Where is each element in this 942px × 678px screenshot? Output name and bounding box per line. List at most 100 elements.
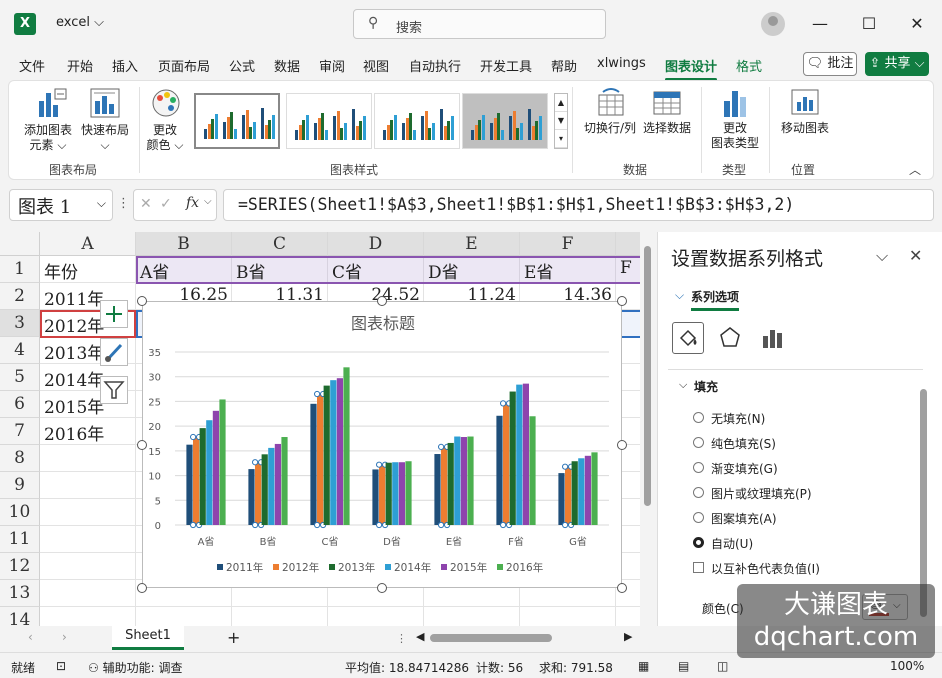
legend-swatch[interactable]	[273, 564, 279, 570]
chart-resize-handle[interactable]	[617, 296, 627, 306]
bar-E省-2015年[interactable]	[460, 437, 467, 525]
bar-A省-2012年[interactable]	[193, 437, 200, 525]
bar-F省-2014年[interactable]	[516, 384, 523, 525]
selection-marker[interactable]	[500, 400, 507, 407]
tab-help[interactable]: 帮助	[551, 56, 577, 75]
cell-d1[interactable]: C省	[332, 258, 362, 283]
effects-tab[interactable]	[715, 322, 747, 354]
normal-view-icon[interactable]: ▦	[638, 659, 649, 673]
cell-a6[interactable]: 2015年	[44, 393, 104, 418]
tab-review[interactable]: 审阅	[319, 56, 345, 75]
minimize-button[interactable]: —	[806, 10, 834, 38]
pane-options-icon[interactable]: ⌵	[876, 246, 888, 266]
confirm-icon[interactable]: ✓	[160, 196, 172, 212]
column-header-b[interactable]: B	[136, 232, 232, 256]
legend-swatch[interactable]	[217, 564, 223, 570]
tab-file[interactable]: 文件	[19, 56, 45, 75]
share-button[interactable]: ⇪ 共享 ⌵	[865, 52, 929, 76]
pane-scrollbar[interactable]	[920, 377, 928, 617]
selection-marker[interactable]	[438, 443, 445, 451]
tab-automate[interactable]: 自动执行	[409, 56, 461, 75]
series-options-icon-tab[interactable]	[758, 322, 790, 354]
document-title[interactable]: excel ⌵	[56, 15, 104, 30]
selection-marker[interactable]	[314, 390, 321, 398]
more-icon[interactable]: ⋮	[396, 632, 407, 645]
radio-icon[interactable]	[693, 487, 704, 498]
bar-C省-2016年[interactable]	[343, 367, 350, 525]
bar-A省-2011年[interactable]	[186, 444, 193, 525]
selection-marker[interactable]	[500, 521, 507, 529]
gallery-up-icon[interactable]: ▲	[555, 94, 567, 112]
row-header-8[interactable]: 8	[0, 445, 40, 472]
tab-chart-design[interactable]: 图表设计	[665, 56, 718, 81]
insert-function-button[interactable]: fx	[186, 195, 199, 211]
bar-B省-2013年[interactable]	[261, 454, 268, 525]
bar-B省-2015年[interactable]	[274, 443, 281, 525]
row-header-14[interactable]: 14	[0, 607, 40, 626]
bar-C省-2013年[interactable]	[323, 385, 330, 525]
row-header-11[interactable]: 11	[0, 526, 40, 553]
cell-e1[interactable]: D省	[428, 258, 459, 283]
cancel-icon[interactable]: ✕	[140, 196, 152, 212]
scroll-left-icon[interactable]: ◀	[416, 630, 424, 643]
row-header-2[interactable]: 2	[0, 283, 40, 310]
row-header-1[interactable]: 1	[0, 256, 40, 283]
vertical-scrollbar[interactable]	[640, 232, 655, 626]
series-options-tab[interactable]: 系列选项	[691, 288, 740, 311]
column-header-c[interactable]: C	[232, 232, 328, 256]
bar-G省-2014年[interactable]	[578, 458, 585, 525]
bar-A省-2014年[interactable]	[206, 420, 213, 525]
bar-A省-2015年[interactable]	[212, 410, 219, 525]
bar-A省-2013年[interactable]	[199, 428, 206, 525]
bar-B省-2012年[interactable]	[255, 462, 262, 525]
cell-f1[interactable]: E省	[524, 258, 553, 283]
legend-swatch[interactable]	[441, 564, 447, 570]
bar-G省-2013年[interactable]	[571, 461, 578, 525]
formula-input[interactable]: =SERIES(Sheet1!$A$3,Sheet1!$B$1:$H$1,She…	[223, 189, 934, 221]
chart-resize-handle[interactable]	[377, 296, 387, 306]
chart-resize-handle[interactable]	[137, 439, 147, 450]
bar-F省-2011年[interactable]	[496, 415, 503, 525]
radio-selected-icon[interactable]	[693, 537, 704, 548]
radio-icon[interactable]	[693, 437, 704, 448]
row-header-5[interactable]: 5	[0, 364, 40, 391]
search-box[interactable]: ⚲ 搜索	[353, 9, 606, 39]
selection-marker[interactable]	[438, 521, 445, 529]
pane-scroll-thumb[interactable]	[920, 389, 927, 617]
chart-resize-handle[interactable]	[617, 439, 627, 450]
page-break-view-icon[interactable]: ◫	[717, 659, 728, 673]
tab-formulas[interactable]: 公式	[229, 56, 255, 75]
select-data-button[interactable]: 选择数据	[639, 121, 695, 136]
chart-resize-handle[interactable]	[377, 583, 387, 593]
bar-D省-2012年[interactable]	[379, 464, 386, 525]
bar-F省-2012年[interactable]	[503, 403, 510, 525]
tab-insert[interactable]: 插入	[112, 56, 138, 75]
selection-marker[interactable]	[562, 463, 569, 470]
select-all-corner[interactable]	[0, 232, 40, 256]
selection-marker[interactable]	[376, 521, 383, 529]
chart-filters-button[interactable]	[100, 376, 128, 404]
gallery-down-icon[interactable]: ▼	[555, 112, 567, 130]
bar-A省-2016年[interactable]	[219, 399, 226, 525]
maximize-button[interactable]: ☐	[855, 10, 883, 38]
change-chart-type-button[interactable]: 更改 图表类型	[707, 121, 763, 151]
chart-styles-button[interactable]	[100, 338, 128, 366]
radio-icon[interactable]	[693, 462, 704, 473]
next-sheet-icon[interactable]: ›	[62, 630, 67, 644]
bar-D省-2011年[interactable]	[372, 469, 379, 525]
embedded-chart[interactable]: 图表标题 0 5 10 15 20 25 30 35 A省 B省 C省 D省 E省 F省 G省 2011年 201…	[142, 301, 622, 588]
chart-style-4[interactable]	[462, 93, 548, 149]
bar-G省-2016年[interactable]	[591, 452, 598, 525]
move-chart-button[interactable]: 移动图表	[775, 121, 835, 136]
gallery-scroll[interactable]: ▲ ▼ ▾	[554, 93, 568, 149]
tab-home[interactable]: 开始	[67, 56, 93, 75]
bar-E省-2012年[interactable]	[441, 446, 448, 525]
chart-style-2[interactable]	[286, 93, 372, 149]
chart-elements-button[interactable]	[100, 300, 128, 328]
row-header-6[interactable]: 6	[0, 391, 40, 418]
selection-marker[interactable]	[562, 521, 569, 529]
cell-a7[interactable]: 2016年	[44, 420, 104, 445]
chart-resize-handle[interactable]	[617, 583, 627, 593]
row-header-4[interactable]: 4	[0, 337, 40, 364]
column-header-a[interactable]: A	[40, 232, 136, 256]
